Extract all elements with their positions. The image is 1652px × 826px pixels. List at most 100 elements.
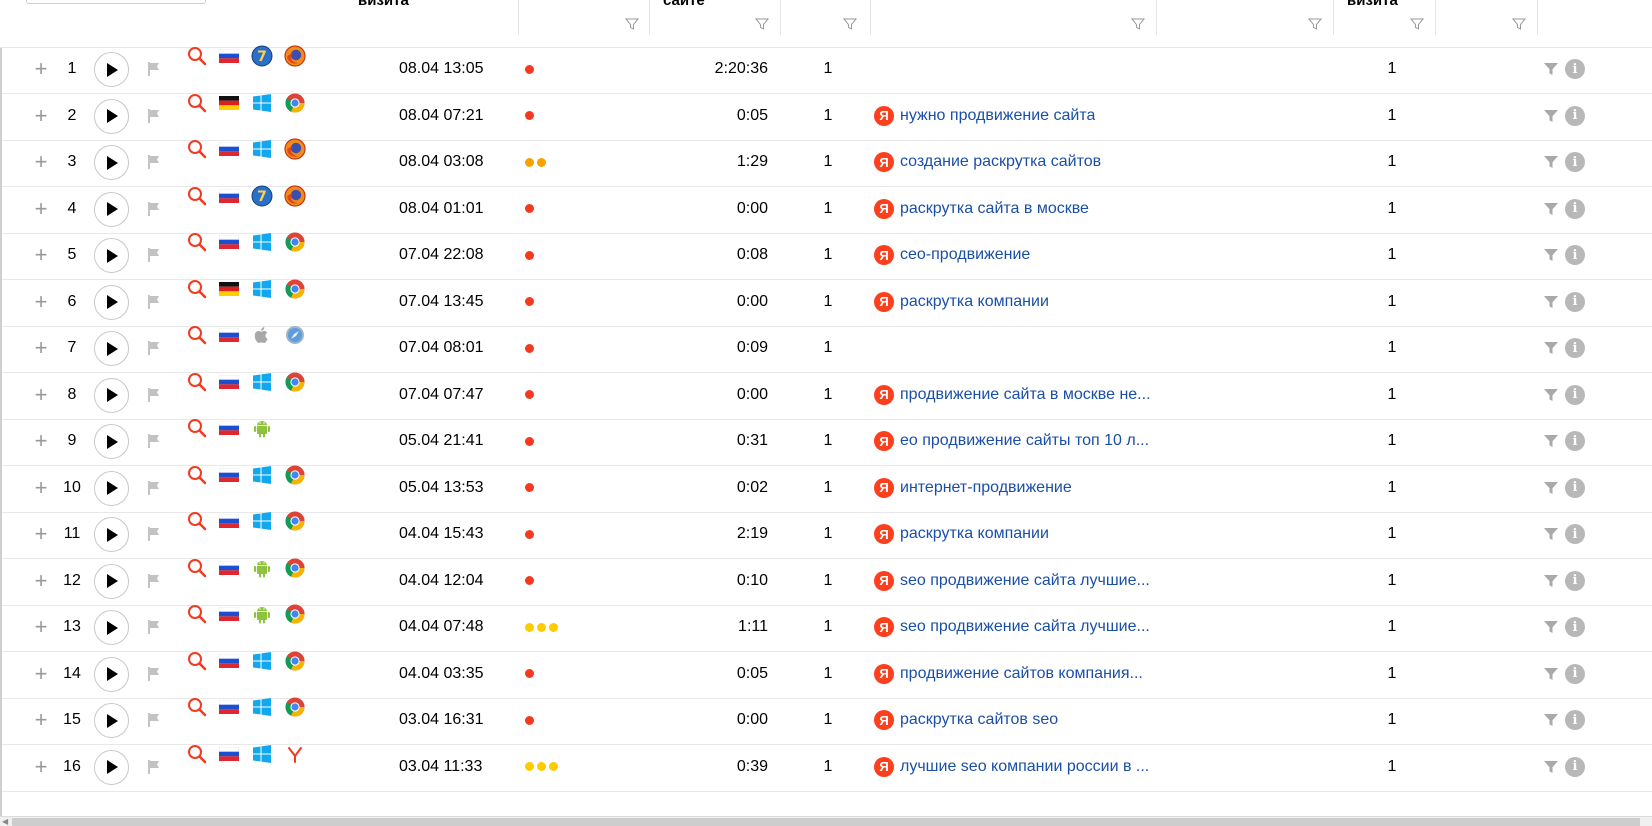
- expand-row-plus-icon[interactable]: +: [33, 92, 49, 140]
- column-filter-icon[interactable]: [625, 17, 639, 31]
- table-row[interactable]: +8 07.04 07:47 0:00 1 Япродвижение сайта в м…: [2, 371, 1652, 420]
- info-icon[interactable]: i: [1564, 371, 1586, 419]
- search-phrase-link[interactable]: создание раскрутка сайтов: [900, 153, 1101, 171]
- play-recording-button[interactable]: [94, 424, 129, 459]
- expand-row-plus-icon[interactable]: +: [33, 371, 49, 419]
- info-circle[interactable]: i: [1565, 105, 1585, 126]
- flag-icon[interactable]: [145, 138, 163, 186]
- traffic-source[interactable]: Яео продвижение сайты топ 10 л...: [874, 417, 1154, 465]
- flag-icon[interactable]: [145, 45, 163, 93]
- search-phrase-link[interactable]: раскрутка сайта в москве: [900, 200, 1089, 218]
- flag-icon[interactable]: [145, 92, 163, 140]
- search-phrase-link[interactable]: раскрутка сайтов seo: [900, 711, 1058, 729]
- flag-icon[interactable]: [145, 278, 163, 326]
- expand-row-plus-icon[interactable]: +: [33, 510, 49, 558]
- flag-icon[interactable]: [145, 185, 163, 233]
- play-recording-button[interactable]: [94, 52, 129, 87]
- info-icon[interactable]: i: [1564, 696, 1586, 744]
- info-circle[interactable]: i: [1565, 384, 1585, 405]
- traffic-source[interactable]: Яраскрутка компании: [874, 510, 1154, 558]
- traffic-source[interactable]: Яраскрутка сайтов seo: [874, 696, 1154, 744]
- play-recording-button[interactable]: [94, 377, 129, 413]
- column-filter-icon[interactable]: [1410, 17, 1424, 31]
- play-recording-button[interactable]: [94, 470, 129, 506]
- row-filter-icon[interactable]: [1542, 417, 1560, 465]
- expand-row-plus-icon[interactable]: +: [33, 278, 49, 326]
- play-recording-button[interactable]: [94, 517, 129, 552]
- info-icon[interactable]: i: [1564, 92, 1586, 140]
- column-filter-icon[interactable]: [843, 17, 857, 31]
- play-recording-button[interactable]: [94, 145, 129, 180]
- row-filter-icon[interactable]: [1542, 510, 1560, 558]
- table-row[interactable]: +4 7 08.04 01:01 0:00 1 Яраскрутка сайта в мо…: [2, 184, 1652, 234]
- search-phrase-link[interactable]: продвижение сайта в москве не...: [900, 386, 1151, 404]
- expand-row-plus-icon[interactable]: +: [33, 231, 49, 279]
- info-circle[interactable]: i: [1565, 710, 1585, 730]
- info-circle[interactable]: i: [1565, 245, 1585, 265]
- row-filter-icon[interactable]: [1542, 464, 1560, 512]
- info-circle[interactable]: i: [1565, 477, 1585, 498]
- expand-row-plus-icon[interactable]: +: [33, 696, 49, 744]
- traffic-source[interactable]: Япродвижение сайтов компания...: [874, 650, 1154, 698]
- play-recording-button[interactable]: [94, 98, 129, 134]
- column-header-visits[interactable]: визита: [1347, 0, 1398, 9]
- expand-row-plus-icon[interactable]: +: [33, 464, 49, 512]
- info-icon[interactable]: i: [1564, 185, 1586, 233]
- play-recording-button[interactable]: [94, 656, 129, 692]
- info-circle[interactable]: i: [1565, 756, 1585, 777]
- table-row[interactable]: +2 08.04 07:21 0:05 1 Янужно продвижение сай…: [2, 92, 1652, 141]
- flag-icon[interactable]: [145, 696, 163, 744]
- search-phrase-link[interactable]: раскрутка компании: [900, 525, 1049, 543]
- header-search-box[interactable]: [26, 0, 206, 4]
- info-circle[interactable]: i: [1565, 570, 1585, 591]
- column-filter-icon[interactable]: [755, 17, 769, 31]
- search-phrase-link[interactable]: лучшие seo компании россии в ...: [900, 758, 1149, 776]
- search-phrase-link[interactable]: сео-продвижение: [900, 246, 1030, 264]
- play-recording-button[interactable]: [94, 238, 129, 273]
- search-phrase-link[interactable]: интернет-продвижение: [900, 479, 1072, 497]
- info-circle[interactable]: i: [1565, 524, 1585, 544]
- row-filter-icon[interactable]: [1542, 557, 1560, 605]
- traffic-source[interactable]: Япродвижение сайта в москве не...: [874, 371, 1154, 419]
- play-recording-button[interactable]: [94, 563, 129, 599]
- row-filter-icon[interactable]: [1542, 138, 1560, 186]
- table-row[interactable]: +13 04.04 07:48 1:11 1 Яseo продвижение сайт…: [2, 603, 1652, 652]
- table-row[interactable]: +12 04.04 12:04 0:10 1 Яseo продвижение сайт…: [2, 557, 1652, 606]
- table-row[interactable]: +9 05.04 21:41 0:31 1 Яео продвижение сайты …: [2, 417, 1652, 466]
- traffic-source[interactable]: Яseo продвижение сайта лучшие...: [874, 557, 1154, 605]
- info-icon[interactable]: i: [1564, 231, 1586, 279]
- column-filter-icon[interactable]: [1308, 17, 1322, 31]
- flag-icon[interactable]: [145, 324, 163, 372]
- info-icon[interactable]: i: [1564, 278, 1586, 326]
- column-header-visit[interactable]: визита: [358, 0, 409, 9]
- expand-row-plus-icon[interactable]: +: [33, 650, 49, 698]
- scrollbar-thumb[interactable]: [12, 818, 1640, 826]
- info-circle[interactable]: i: [1565, 59, 1585, 79]
- info-icon[interactable]: i: [1564, 45, 1586, 93]
- flag-icon[interactable]: [145, 371, 163, 419]
- flag-icon[interactable]: [145, 417, 163, 465]
- row-filter-icon[interactable]: [1542, 324, 1560, 372]
- info-icon[interactable]: i: [1564, 324, 1586, 372]
- info-icon[interactable]: i: [1564, 743, 1586, 791]
- row-filter-icon[interactable]: [1542, 696, 1560, 744]
- play-recording-button[interactable]: [94, 749, 129, 785]
- info-icon[interactable]: i: [1564, 138, 1586, 186]
- traffic-source[interactable]: Ялучшие seo компании россии в ...: [874, 743, 1154, 791]
- row-filter-icon[interactable]: [1542, 603, 1560, 651]
- table-row[interactable]: +3 08.04 03:08 1:29 1 Ясоздание раскрутка са…: [2, 138, 1652, 187]
- info-icon[interactable]: i: [1564, 464, 1586, 512]
- info-circle[interactable]: i: [1565, 663, 1585, 684]
- traffic-source[interactable]: Яраскрутка сайта в москве: [874, 185, 1154, 233]
- row-filter-icon[interactable]: [1542, 185, 1560, 233]
- row-filter-icon[interactable]: [1542, 45, 1560, 93]
- traffic-source[interactable]: Янужно продвижение сайта: [874, 92, 1154, 140]
- flag-icon[interactable]: [145, 650, 163, 698]
- table-row[interactable]: +7 07.04 08:01 0:09 1 1 i: [2, 324, 1652, 373]
- row-filter-icon[interactable]: [1542, 371, 1560, 419]
- search-phrase-link[interactable]: seo продвижение сайта лучшие...: [900, 572, 1150, 590]
- traffic-source[interactable]: Ясоздание раскрутка сайтов: [874, 138, 1154, 186]
- info-icon[interactable]: i: [1564, 557, 1586, 605]
- table-row[interactable]: +1 7 08.04 13:05 2:20:36 1 1 i: [2, 45, 1652, 94]
- info-circle[interactable]: i: [1565, 431, 1585, 451]
